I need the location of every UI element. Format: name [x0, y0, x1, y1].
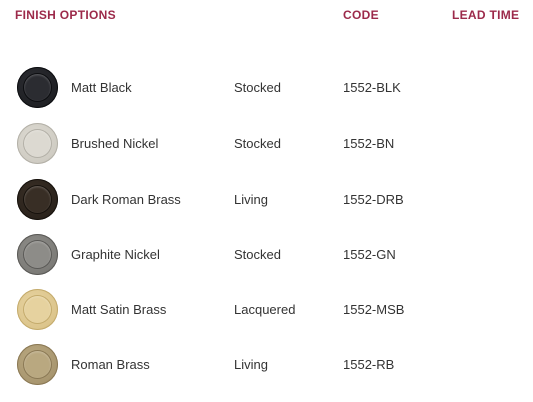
finish-type: Stocked — [234, 136, 281, 151]
finish-name: Graphite Nickel — [71, 247, 160, 262]
finish-type: Living — [234, 357, 268, 372]
finish-name: Matt Satin Brass — [71, 302, 167, 317]
finish-name: Brushed Nickel — [71, 136, 159, 151]
swatch-center — [24, 74, 51, 101]
product-code: 1552-BN — [343, 136, 395, 151]
finish-row: Brushed Nickel Stocked 1552-BN — [0, 118, 533, 168]
finish-type: Lacquered — [234, 302, 296, 317]
graphite-nickel-swatch-icon — [17, 234, 58, 275]
swatch-center — [24, 241, 51, 268]
finish-name: Matt Black — [71, 80, 132, 95]
lead-time-heading: LEAD TIME — [452, 8, 520, 22]
swatch-center — [24, 130, 51, 157]
finish-name: Dark Roman Brass — [71, 192, 181, 207]
swatch-center — [24, 296, 51, 323]
finish-type: Stocked — [234, 247, 281, 262]
matt-satin-brass-swatch-icon — [17, 289, 58, 330]
finish-row: Graphite Nickel Stocked 1552-GN — [0, 229, 533, 279]
finish-type: Stocked — [234, 80, 281, 95]
finish-row: Matt Satin Brass Lacquered 1552-MSB — [0, 284, 533, 334]
finish-row: Roman Brass Living 1552-RB — [0, 339, 533, 389]
swatch-center — [24, 351, 51, 378]
product-code: 1552-DRB — [343, 192, 404, 207]
dark-roman-brass-swatch-icon — [17, 179, 58, 220]
product-code: 1552-BLK — [343, 80, 401, 95]
brushed-nickel-swatch-icon — [17, 123, 58, 164]
finish-type: Living — [234, 192, 268, 207]
code-heading: CODE — [343, 8, 379, 22]
finish-row: Dark Roman Brass Living 1552-DRB — [0, 174, 533, 224]
product-code: 1552-GN — [343, 247, 396, 262]
roman-brass-swatch-icon — [17, 344, 58, 385]
swatch-center — [24, 186, 51, 213]
table-header: FINISH OPTIONS CODE LEAD TIME — [0, 8, 533, 24]
matt-black-swatch-icon — [17, 67, 58, 108]
finish-name: Roman Brass — [71, 357, 150, 372]
finish-options-heading: FINISH OPTIONS — [15, 8, 116, 22]
finish-row: Matt Black Stocked 1552-BLK — [0, 62, 533, 112]
product-code: 1552-MSB — [343, 302, 405, 317]
product-code: 1552-RB — [343, 357, 395, 372]
